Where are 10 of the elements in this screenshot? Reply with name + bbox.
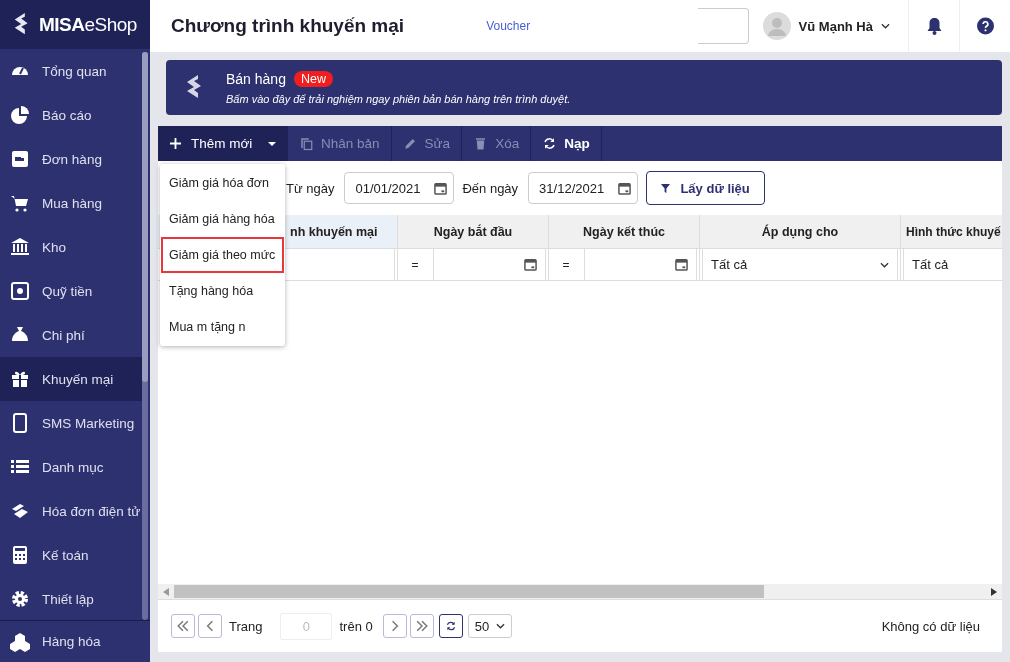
page-title: Chương trình khuyến mại — [171, 15, 405, 37]
new-badge: New — [293, 70, 333, 87]
page-label: Trang — [229, 618, 263, 634]
field-label: Từ ngày — [286, 180, 335, 196]
field-label: Đến ngày — [462, 180, 519, 196]
brand-name: MISAeShop — [39, 13, 137, 36]
banner-text: Bấm vào đây để trải nghiệm ngay phiên bản bán hàng trên trình duyệt. — [226, 92, 571, 105]
page-total: trên 0 — [339, 618, 373, 634]
banner-title: Bán hàng — [226, 70, 286, 87]
status-text: Không có dữ liệu — [881, 618, 980, 634]
